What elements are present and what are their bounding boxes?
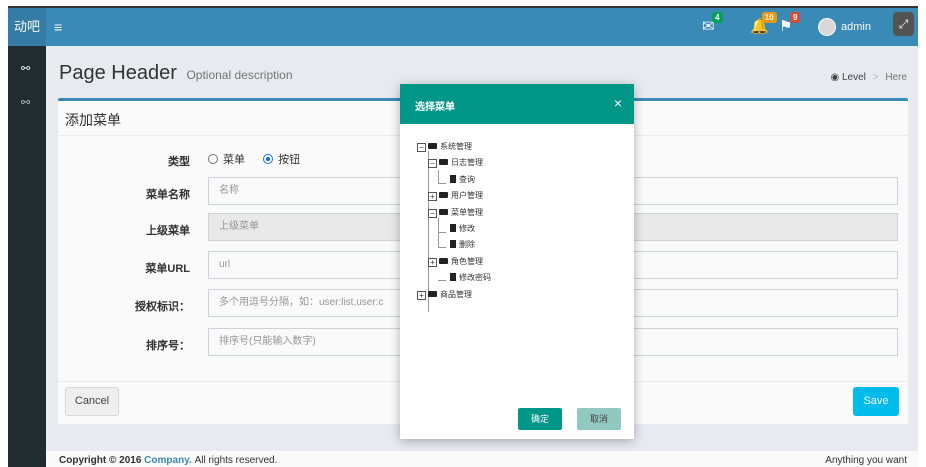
select-menu-dialog: 选择菜单 × − 系统管理 − 日志管理 查询 + 用户管理 − 菜单管理 修改 删除 bbox=[400, 84, 634, 439]
folder-icon bbox=[428, 291, 437, 297]
expand-node-icon[interactable]: + bbox=[428, 258, 437, 267]
collapse-icon[interactable]: − bbox=[417, 143, 426, 152]
file-icon bbox=[450, 224, 456, 232]
tree-line bbox=[428, 151, 429, 312]
tree-node-log[interactable]: − 日志管理 bbox=[428, 157, 483, 168]
tree-node-query[interactable]: 查询 bbox=[450, 174, 475, 185]
tree-node-label[interactable]: 用户管理 bbox=[451, 191, 483, 200]
folder-open-icon bbox=[439, 159, 448, 165]
tree-node-label[interactable]: 日志管理 bbox=[451, 158, 483, 167]
tree-line bbox=[438, 183, 446, 184]
tree-node-label[interactable]: 修改密码 bbox=[459, 273, 491, 282]
tree-node-password[interactable]: 修改密码 bbox=[450, 272, 491, 283]
tree-node-label[interactable]: 查询 bbox=[459, 175, 475, 184]
tree-node-menu[interactable]: − 菜单管理 bbox=[428, 207, 483, 218]
tree-node-label[interactable]: 商品管理 bbox=[440, 290, 472, 299]
tree-node-label[interactable]: 修改 bbox=[459, 224, 475, 233]
expand-node-icon[interactable]: + bbox=[417, 291, 426, 300]
file-icon bbox=[450, 273, 456, 281]
collapse-icon[interactable]: − bbox=[428, 159, 437, 168]
app-window: 动吧 ≡ ✉ 4 🔔 10 ⚑ 9 admin ⤢ ⚯ ⚯ Page Heade… bbox=[8, 6, 918, 467]
expand-node-icon[interactable]: + bbox=[428, 192, 437, 201]
tree-node-label[interactable]: 角色管理 bbox=[451, 257, 483, 266]
tree-line bbox=[438, 170, 439, 184]
tree-line bbox=[438, 247, 446, 248]
tree-node-delete[interactable]: 删除 bbox=[450, 239, 475, 250]
tree-node-label[interactable]: 菜单管理 bbox=[451, 208, 483, 217]
tree-line bbox=[438, 218, 439, 248]
dialog-header: 选择菜单 × bbox=[400, 84, 634, 124]
tree-node-label[interactable]: 系统管理 bbox=[440, 142, 472, 151]
tree-node-role[interactable]: + 角色管理 bbox=[428, 256, 483, 267]
file-icon bbox=[450, 240, 456, 248]
file-icon bbox=[450, 175, 456, 183]
tree-node-goods[interactable]: + 商品管理 bbox=[417, 289, 472, 300]
folder-open-icon bbox=[428, 143, 437, 149]
tree-node-label[interactable]: 删除 bbox=[459, 240, 475, 249]
close-icon[interactable]: × bbox=[614, 95, 622, 111]
confirm-button[interactable]: 确定 bbox=[518, 408, 562, 430]
tree-line bbox=[438, 280, 446, 281]
folder-icon bbox=[439, 192, 448, 198]
folder-icon bbox=[439, 258, 448, 264]
dialog-title: 选择菜单 bbox=[415, 102, 455, 113]
folder-open-icon bbox=[439, 209, 448, 215]
tree-line bbox=[438, 232, 446, 233]
collapse-icon[interactable]: − bbox=[428, 209, 437, 218]
tree-node-user[interactable]: + 用户管理 bbox=[428, 190, 483, 201]
tree-node-edit[interactable]: 修改 bbox=[450, 223, 475, 234]
dialog-cancel-button[interactable]: 取消 bbox=[577, 408, 621, 430]
tree-node-system[interactable]: − 系统管理 bbox=[417, 141, 472, 152]
